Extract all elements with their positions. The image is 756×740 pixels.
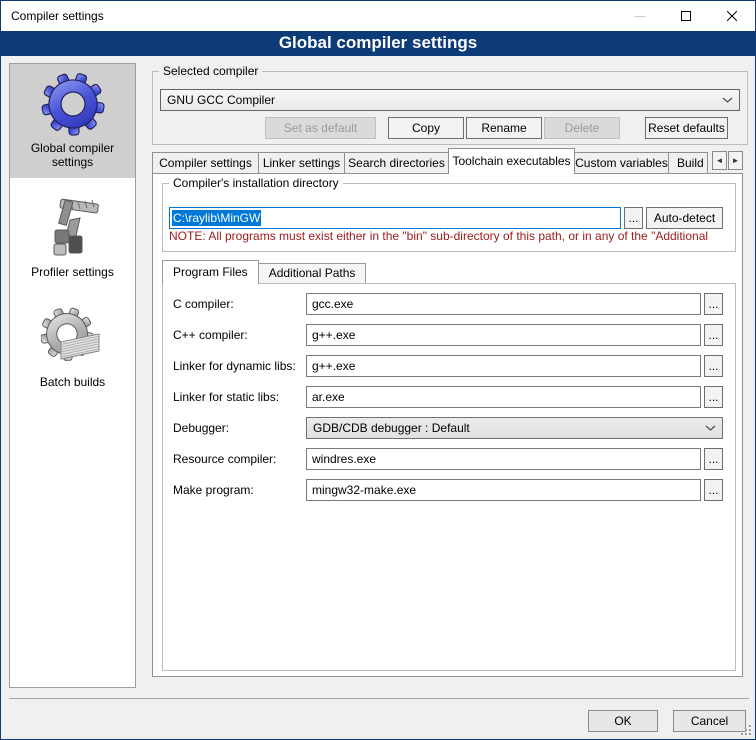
resource-compiler-browse-button[interactable]: ... bbox=[704, 448, 723, 470]
blue-gear-icon bbox=[41, 72, 105, 136]
minimize-button[interactable] bbox=[617, 1, 663, 31]
settings-tabs: Compiler settings Linker settings Search… bbox=[152, 148, 743, 173]
compiler-actions: Set as default Copy Rename Delete Reset … bbox=[160, 117, 728, 139]
c-compiler-input[interactable]: gcc.exe bbox=[306, 293, 701, 315]
tab-custom-variables[interactable]: Custom variables bbox=[574, 152, 669, 173]
delete-button: Delete bbox=[544, 117, 620, 139]
program-files-panel: C compiler: gcc.exe ... C++ compiler: g+… bbox=[162, 283, 736, 671]
caliper-icon bbox=[41, 196, 105, 260]
static-linker-browse-button[interactable]: ... bbox=[704, 386, 723, 408]
make-program-input[interactable]: mingw32-make.exe bbox=[306, 479, 701, 501]
titlebar: Compiler settings bbox=[1, 1, 755, 31]
debugger-select-value: GDB/CDB debugger : Default bbox=[313, 421, 705, 435]
cancel-button[interactable]: Cancel bbox=[673, 710, 746, 732]
footer-divider bbox=[9, 698, 749, 699]
gray-gear-papers-icon bbox=[41, 306, 105, 370]
tab-toolchain-executables[interactable]: Toolchain executables bbox=[448, 148, 575, 174]
subtab-program-files[interactable]: Program Files bbox=[162, 260, 259, 284]
dynamic-linker-browse-button[interactable]: ... bbox=[704, 355, 723, 377]
compiler-settings-dialog: Compiler settings Global compiler settin… bbox=[0, 0, 756, 740]
sidebar-item-global-compiler-settings[interactable]: Global compiler settings bbox=[10, 64, 135, 178]
installation-directory-input[interactable]: C:\raylib\MinGW bbox=[169, 207, 621, 229]
static-linker-row: Linker for static libs: ar.exe ... bbox=[173, 386, 723, 408]
selected-compiler-group-label: Selected compiler bbox=[159, 64, 262, 78]
resize-grip[interactable] bbox=[740, 724, 752, 736]
selected-compiler-group: Selected compiler GNU GCC Compiler Set a… bbox=[152, 71, 748, 145]
c-compiler-value: gcc.exe bbox=[312, 297, 353, 311]
make-program-label: Make program: bbox=[173, 483, 306, 497]
toolchain-executables-panel: Compiler's installation directory C:\ray… bbox=[152, 173, 743, 677]
installation-directory-value: C:\raylib\MinGW bbox=[172, 210, 261, 226]
sidebar-item-label: Batch builds bbox=[40, 375, 105, 389]
close-icon bbox=[727, 11, 737, 21]
tab-scroll-controls: ◄ ► bbox=[712, 151, 743, 170]
compiler-select[interactable]: GNU GCC Compiler bbox=[160, 89, 740, 111]
auto-detect-button[interactable]: Auto-detect bbox=[646, 207, 723, 229]
sidebar-item-batch-builds[interactable]: Batch builds bbox=[10, 298, 135, 398]
compiler-select-value: GNU GCC Compiler bbox=[167, 93, 722, 107]
maximize-icon bbox=[681, 11, 691, 21]
dynamic-linker-input[interactable]: g++.exe bbox=[306, 355, 701, 377]
resource-compiler-input[interactable]: windres.exe bbox=[306, 448, 701, 470]
settings-category-list: Global compiler settings Profiler settin… bbox=[9, 63, 136, 688]
dialog-banner: Global compiler settings bbox=[1, 31, 755, 56]
cpp-compiler-label: C++ compiler: bbox=[173, 328, 306, 342]
tab-scroll-left-icon: ◄ bbox=[716, 156, 724, 165]
make-program-browse-button[interactable]: ... bbox=[704, 479, 723, 501]
sidebar-item-label: Global compiler settings bbox=[12, 141, 133, 169]
installation-directory-browse-button[interactable]: ... bbox=[624, 207, 643, 229]
tab-search-directories[interactable]: Search directories bbox=[344, 152, 449, 173]
tab-linker-settings[interactable]: Linker settings bbox=[258, 152, 345, 173]
tab-scroll-left-button[interactable]: ◄ bbox=[712, 151, 727, 170]
dynamic-linker-label: Linker for dynamic libs: bbox=[173, 359, 306, 373]
rename-button[interactable]: Rename bbox=[466, 117, 542, 139]
tab-compiler-settings[interactable]: Compiler settings bbox=[152, 152, 259, 173]
toolchain-subtabs: Program Files Additional Paths bbox=[162, 260, 365, 283]
static-linker-value: ar.exe bbox=[312, 390, 345, 404]
set-as-default-button: Set as default bbox=[265, 117, 376, 139]
make-program-row: Make program: mingw32-make.exe ... bbox=[173, 479, 723, 501]
c-compiler-label: C compiler: bbox=[173, 297, 306, 311]
chevron-down-icon bbox=[722, 97, 733, 103]
maximize-button[interactable] bbox=[663, 1, 709, 31]
debugger-row: Debugger: GDB/CDB debugger : Default bbox=[173, 417, 723, 439]
c-compiler-browse-button[interactable]: ... bbox=[704, 293, 723, 315]
static-linker-input[interactable]: ar.exe bbox=[306, 386, 701, 408]
installation-directory-row: C:\raylib\MinGW ... Auto-detect bbox=[169, 207, 723, 229]
bin-subdirectory-note: NOTE: All programs must exist either in … bbox=[169, 229, 733, 243]
resource-compiler-value: windres.exe bbox=[312, 452, 376, 466]
dynamic-linker-row: Linker for dynamic libs: g++.exe ... bbox=[173, 355, 723, 377]
reset-defaults-button[interactable]: Reset defaults bbox=[645, 117, 728, 139]
cpp-compiler-input[interactable]: g++.exe bbox=[306, 324, 701, 346]
c-compiler-row: C compiler: gcc.exe ... bbox=[173, 293, 723, 315]
window-title: Compiler settings bbox=[11, 9, 104, 23]
debugger-label: Debugger: bbox=[173, 421, 306, 435]
tab-scroll-right-button[interactable]: ► bbox=[728, 151, 743, 170]
minimize-icon bbox=[635, 11, 645, 21]
resource-compiler-row: Resource compiler: windres.exe ... bbox=[173, 448, 723, 470]
subtab-additional-paths[interactable]: Additional Paths bbox=[258, 263, 367, 283]
tab-scroll-right-icon: ► bbox=[732, 156, 740, 165]
static-linker-label: Linker for static libs: bbox=[173, 390, 306, 404]
cpp-compiler-row: C++ compiler: g++.exe ... bbox=[173, 324, 723, 346]
sidebar-item-profiler-settings[interactable]: Profiler settings bbox=[10, 188, 135, 288]
cpp-compiler-browse-button[interactable]: ... bbox=[704, 324, 723, 346]
ok-button[interactable]: OK bbox=[588, 710, 658, 732]
dynamic-linker-value: g++.exe bbox=[312, 359, 355, 373]
sidebar-item-label: Profiler settings bbox=[31, 265, 114, 279]
make-program-value: mingw32-make.exe bbox=[312, 483, 416, 497]
close-button[interactable] bbox=[709, 1, 755, 31]
chevron-down-icon bbox=[705, 425, 716, 431]
installation-directory-group: Compiler's installation directory C:\ray… bbox=[162, 183, 736, 252]
copy-button[interactable]: Copy bbox=[388, 117, 464, 139]
tab-build-options[interactable]: Build options bbox=[668, 152, 708, 173]
resource-compiler-label: Resource compiler: bbox=[173, 452, 306, 466]
window-controls bbox=[617, 1, 755, 31]
cpp-compiler-value: g++.exe bbox=[312, 328, 355, 342]
debugger-select[interactable]: GDB/CDB debugger : Default bbox=[306, 417, 723, 439]
installation-directory-group-label: Compiler's installation directory bbox=[169, 176, 343, 190]
